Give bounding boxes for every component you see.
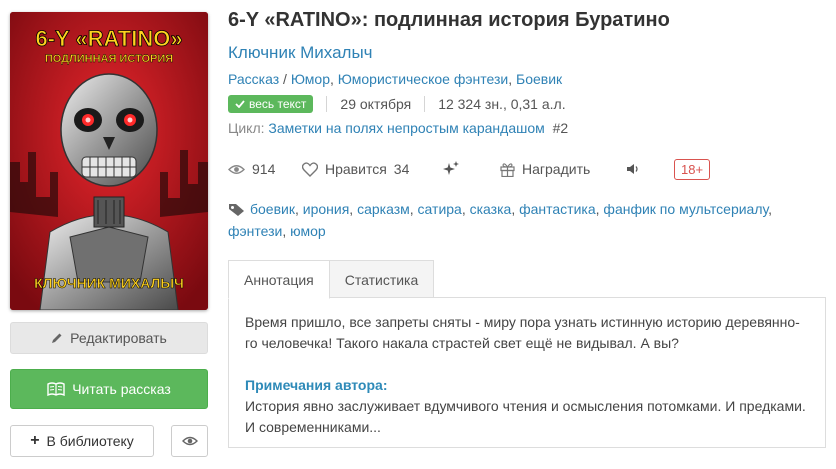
cover-title: 6-Y «RATINO»: [35, 26, 182, 51]
read-button[interactable]: Читать рассказ: [10, 369, 208, 409]
divider: [326, 96, 328, 112]
audio-button[interactable]: [626, 156, 640, 182]
tag-link[interactable]: фэнтези: [228, 223, 282, 239]
cycle-label: Цикл:: [228, 120, 265, 136]
book-open-icon: [47, 382, 65, 396]
annotation-text: Время пришло, все запреты сняты - миру п…: [245, 314, 800, 351]
eye-icon: [228, 164, 245, 174]
tag-link[interactable]: боевик: [250, 201, 295, 217]
tag-link[interactable]: сказка: [470, 201, 512, 217]
reward-button[interactable]: Наградить: [500, 156, 590, 182]
genre-link[interactable]: Боевик: [516, 71, 562, 87]
follow-button[interactable]: [171, 425, 208, 457]
cycle-info: Цикл: Заметки на полях непростым каранда…: [228, 120, 568, 136]
genre-link[interactable]: Юмор: [291, 71, 330, 87]
views-counter: 914: [228, 156, 275, 182]
reward-label: Наградить: [522, 161, 591, 177]
like-label: Нравится: [325, 161, 387, 177]
cover-subtitle: ПОДЛИННАЯ ИСТОРИЯ: [45, 53, 173, 65]
add-to-library-label: В библиотеку: [46, 433, 134, 449]
check-icon: [235, 100, 245, 108]
gift-icon: [500, 162, 515, 177]
tag-list: боевик, ирония, сарказм, сатира, сказка,…: [228, 201, 773, 239]
cover-author: КЛЮЧНИК МИХАЛЫЧ: [34, 275, 184, 291]
edit-button-label: Редактировать: [70, 330, 167, 346]
pencil-icon: [52, 333, 62, 343]
tab-statistics[interactable]: Статистика: [328, 260, 435, 298]
age-rating-badge: 18+: [674, 158, 711, 180]
age-rating: 18+: [674, 156, 711, 182]
like-count: 34: [393, 161, 410, 177]
publish-date: 29 октября: [340, 96, 412, 112]
genre-link[interactable]: Юмористическое фэнтези: [338, 71, 508, 87]
cycle-link[interactable]: Заметки на полях непростым карандашом: [268, 120, 544, 136]
text-size: 12 324 зн., 0,31 а.л.: [438, 96, 566, 112]
status-badge-label: весь текст: [249, 97, 307, 111]
tag-link[interactable]: фанфик по мультсериалу: [603, 201, 768, 217]
author-notes-text: История явно заслуживает вдумчивого чтен…: [245, 398, 806, 435]
book-cover[interactable]: 6-Y «RATINO» ПОДЛИННАЯ ИСТОРИЯ КЛЮЧНИК М…: [10, 12, 208, 310]
divider: [424, 96, 426, 112]
annotation-panel: Время пришло, все запреты сняты - миру п…: [228, 297, 826, 448]
book-meta: весь текст 29 октября 12 324 зн., 0,31 а…: [228, 94, 566, 114]
edit-button[interactable]: Редактировать: [10, 322, 208, 354]
tag-link[interactable]: юмор: [290, 223, 326, 239]
tag-link[interactable]: сатира: [418, 201, 462, 217]
speaker-icon: [627, 164, 638, 174]
genre-link[interactable]: Рассказ: [228, 71, 279, 87]
tags-icon: [229, 204, 244, 216]
status-badge: весь текст: [228, 95, 314, 113]
tag-link[interactable]: ирония: [303, 201, 350, 217]
read-button-label: Читать рассказ: [72, 381, 171, 397]
heart-icon: [302, 161, 318, 177]
tag-link[interactable]: сарказм: [357, 201, 410, 217]
author-notes-title: Примечания автора:: [245, 377, 388, 393]
like-button[interactable]: Нравится 34: [302, 156, 409, 182]
eye-icon: [181, 436, 198, 446]
sparkle-icon: [443, 161, 459, 175]
author-link[interactable]: Ключник Михалыч: [228, 43, 373, 63]
tag-link[interactable]: фантастика: [519, 201, 596, 217]
cover-illustration: 6-Y «RATINO» ПОДЛИННАЯ ИСТОРИЯ КЛЮЧНИК М…: [10, 12, 208, 310]
plus-icon: +: [30, 432, 40, 449]
views-count: 914: [252, 161, 276, 177]
book-title: 6-Y «RATINO»: подлинная история Буратино: [228, 9, 670, 31]
sparkle-button[interactable]: [443, 156, 459, 182]
genre-list: Рассказ / Юмор, Юмористическое фэнтези, …: [228, 71, 563, 87]
cycle-number: #2: [552, 120, 569, 136]
tab-annotation[interactable]: Аннотация: [228, 260, 330, 299]
add-to-library-button[interactable]: + В библиотеку: [10, 425, 154, 457]
tab-bar: Аннотация Статистика: [228, 260, 435, 299]
